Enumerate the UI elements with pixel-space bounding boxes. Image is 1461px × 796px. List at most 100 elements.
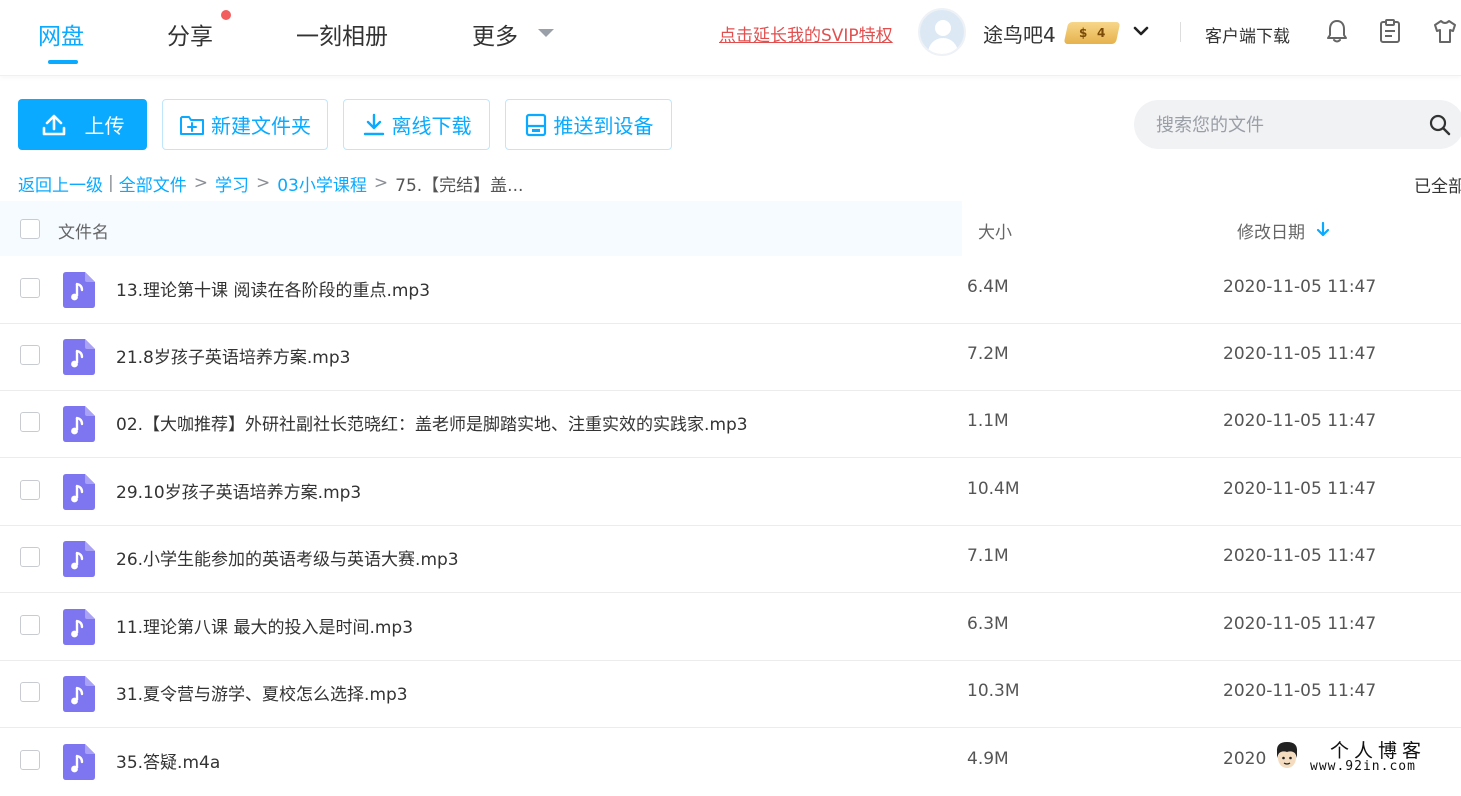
table-row[interactable]: 31.夏令营与游学、夏校怎么选择.mp3 10.3M 2020-11-05 11…	[0, 660, 1461, 728]
file-name[interactable]: 11.理论第八课 最大的投入是时间.mp3	[116, 613, 413, 638]
breadcrumb-all-files[interactable]: 全部文件	[119, 171, 187, 196]
file-name[interactable]: 21.8岁孩子英语培养方案.mp3	[116, 343, 350, 368]
table-row[interactable]: 35.答疑.m4a 4.9M 2020	[0, 728, 1461, 796]
column-header-date[interactable]: 修改日期	[1237, 218, 1305, 243]
row-checkbox[interactable]	[20, 278, 40, 298]
breadcrumb-separator: >	[255, 173, 271, 193]
nav-active-indicator	[48, 60, 78, 64]
avatar[interactable]	[918, 8, 966, 56]
breadcrumb-separator: >	[193, 173, 208, 193]
offline-download-button-label: 离线下载	[391, 114, 472, 138]
file-date: 2020-11-05 11:47	[1223, 277, 1377, 297]
file-size: 7.2M	[967, 344, 1009, 364]
table-row[interactable]: 26.小学生能参加的英语考级与英语大赛.mp3 7.1M 2020-11-05 …	[0, 525, 1461, 593]
username[interactable]: 途鸟吧4	[983, 19, 1056, 48]
divider	[1180, 22, 1181, 42]
file-name[interactable]: 13.理论第十课 阅读在各阶段的重点.mp3	[116, 276, 430, 301]
breadcrumb: 返回上一级 | 全部文件 > 学习 > 03小学课程 > 75.【完结】盖...	[18, 171, 524, 196]
file-name[interactable]: 26.小学生能参加的英语考级与英语大赛.mp3	[116, 545, 459, 570]
blog-watermark: 个人博客 www.92in.com	[1266, 734, 1461, 778]
row-checkbox[interactable]	[20, 547, 40, 567]
table-row[interactable]: 13.理论第十课 阅读在各阶段的重点.mp3 6.4M 2020-11-05 1…	[0, 256, 1461, 324]
table-header	[0, 201, 962, 256]
file-name[interactable]: 35.答疑.m4a	[116, 748, 220, 773]
row-checkbox[interactable]	[20, 615, 40, 635]
clipboard-icon[interactable]	[1376, 17, 1404, 45]
column-header-name[interactable]: 文件名	[58, 218, 109, 243]
audio-file-icon	[63, 474, 95, 510]
row-checkbox[interactable]	[20, 750, 40, 770]
new-folder-button[interactable]: 新建文件夹	[162, 99, 328, 150]
file-name[interactable]: 02.【大咖推荐】外研社副社长范晓红：盖老师是脚踏实地、注重实效的实践家.mp3	[116, 410, 748, 435]
device-icon	[525, 113, 546, 136]
file-size: 7.1M	[967, 546, 1009, 566]
vip-coin-label: $	[1078, 26, 1087, 40]
table-row[interactable]: 21.8岁孩子英语培养方案.mp3 7.2M 2020-11-05 11:47	[0, 323, 1461, 391]
file-date: 2020	[1223, 749, 1267, 769]
search-icon[interactable]	[1428, 113, 1452, 137]
table-row[interactable]: 11.理论第八课 最大的投入是时间.mp3 6.3M 2020-11-05 11…	[0, 593, 1461, 661]
row-checkbox[interactable]	[20, 682, 40, 702]
offline-download-button[interactable]: 离线下载	[343, 99, 490, 150]
sort-down-arrow-icon[interactable]	[1316, 220, 1330, 238]
upload-icon	[42, 114, 65, 135]
table-row[interactable]: 29.10岁孩子英语培养方案.mp3 10.4M 2020-11-05 11:4…	[0, 458, 1461, 526]
audio-file-icon	[63, 744, 95, 780]
notification-dot	[221, 10, 231, 20]
nav-moment-album[interactable]: 一刻相册	[296, 17, 388, 51]
breadcrumb-study[interactable]: 学习	[215, 171, 249, 196]
row-checkbox[interactable]	[20, 412, 40, 432]
nav-netdisk[interactable]: 网盘	[38, 17, 84, 51]
file-date: 2020-11-05 11:47	[1223, 614, 1377, 634]
vip-level-badge: $ 4	[1063, 22, 1121, 44]
svip-renew-link[interactable]: 点击延长我的SVIP特权	[719, 21, 893, 46]
client-download-link[interactable]: 客户端下载	[1205, 22, 1290, 47]
top-nav-bar: 网盘 分享 一刻相册 更多 点击延长我的SVIP特权 途鸟吧4 $ 4 客户端下…	[0, 0, 1461, 76]
audio-file-icon	[63, 609, 95, 645]
breadcrumb-divider: |	[108, 173, 114, 193]
file-name[interactable]: 29.10岁孩子英语培养方案.mp3	[116, 478, 361, 503]
row-checkbox[interactable]	[20, 345, 40, 365]
chevron-down-icon[interactable]	[1132, 22, 1150, 40]
file-size: 10.3M	[967, 681, 1020, 701]
file-size: 6.3M	[967, 614, 1009, 634]
file-size: 4.9M	[967, 749, 1009, 769]
table-row[interactable]: 02.【大咖推荐】外研社副社长范晓红：盖老师是脚踏实地、注重实效的实践家.mp3…	[0, 390, 1461, 458]
breadcrumb-current-folder: 75.【完结】盖...	[395, 175, 524, 196]
search-input[interactable]	[1156, 112, 1416, 138]
upload-button-label: 上传	[84, 114, 125, 138]
breadcrumb-separator: >	[373, 173, 389, 193]
search-box	[1134, 100, 1461, 149]
folder-add-icon	[180, 115, 204, 135]
file-date: 2020-11-05 11:47	[1223, 546, 1377, 566]
file-date: 2020-11-05 11:47	[1223, 344, 1377, 364]
file-size: 10.4M	[967, 479, 1020, 499]
push-to-device-button-label: 推送到设备	[553, 114, 654, 138]
vip-level-label: 4	[1097, 26, 1106, 40]
upload-button[interactable]: 上传	[18, 99, 147, 150]
nav-share[interactable]: 分享	[167, 17, 213, 51]
breadcrumb-primary-course[interactable]: 03小学课程	[277, 171, 367, 196]
nav-more[interactable]: 更多	[472, 17, 518, 51]
watermark-url: www.92in.com	[1310, 759, 1416, 774]
file-name[interactable]: 31.夏令营与游学、夏校怎么选择.mp3	[116, 680, 408, 705]
row-checkbox[interactable]	[20, 480, 40, 500]
column-header-size[interactable]: 大小	[978, 218, 1012, 243]
push-to-device-button[interactable]: 推送到设备	[505, 99, 672, 150]
audio-file-icon	[63, 676, 95, 712]
bell-icon[interactable]	[1323, 17, 1351, 45]
file-size: 6.4M	[967, 277, 1009, 297]
audio-file-icon	[63, 406, 95, 442]
select-all-checkbox[interactable]	[20, 219, 40, 239]
loaded-status: 已全部	[1414, 177, 1461, 197]
table-header-right	[962, 201, 1461, 256]
audio-file-icon	[63, 339, 95, 375]
breadcrumb-back-link[interactable]: 返回上一级	[18, 171, 103, 196]
audio-file-icon	[63, 541, 95, 577]
shirt-icon[interactable]	[1431, 17, 1459, 45]
file-date: 2020-11-05 11:47	[1223, 411, 1377, 431]
file-size: 1.1M	[967, 411, 1009, 431]
download-icon	[363, 113, 384, 135]
new-folder-button-label: 新建文件夹	[211, 114, 311, 138]
caret-down-icon[interactable]	[538, 29, 554, 37]
